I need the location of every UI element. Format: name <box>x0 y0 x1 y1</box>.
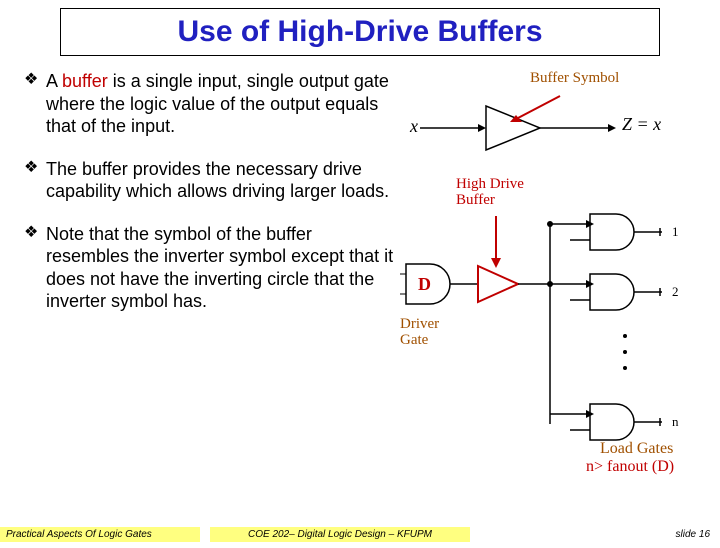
page-title: Use of High-Drive Buffers <box>71 15 649 49</box>
fanout-label: n> fanout (D) <box>586 458 674 476</box>
load-gates-label: Load Gates <box>600 440 673 458</box>
high-drive-label-1: High Drive <box>456 176 524 193</box>
bullet-item: Note that the symbol of the buffer resem… <box>24 223 394 313</box>
title-bar: Use of High-Drive Buffers <box>60 8 660 56</box>
buffer-output-eq: Z = x <box>622 114 661 135</box>
text-column: A buffer is a single input, single outpu… <box>24 70 394 466</box>
content-row: A buffer is a single input, single outpu… <box>0 56 720 466</box>
driver-gate-label-2: Gate <box>400 332 428 349</box>
figure-column: Buffer Symbol x Z = x High Drive Buffer <box>394 70 704 466</box>
bullet-pre: A <box>46 71 62 91</box>
buffer-symbol-label: Buffer Symbol <box>530 70 619 87</box>
driver-network-svg <box>400 204 700 464</box>
bullet-item: A buffer is a single input, single outpu… <box>24 70 394 138</box>
bullet-post: Note that the symbol of the buffer resem… <box>46 224 393 312</box>
driver-gate-label-1: Driver <box>400 316 439 333</box>
driver-letter: D <box>418 274 431 295</box>
bullet-post: The buffer provides the necessary drive … <box>46 159 389 202</box>
bullet-highlight: buffer <box>62 71 108 91</box>
buffer-symbol-block: Buffer Symbol x Z = x <box>400 70 704 170</box>
gate-index-2: 2 <box>672 284 679 300</box>
bullet-item: The buffer provides the necessary drive … <box>24 158 394 203</box>
bullet-list: A buffer is a single input, single outpu… <box>24 70 394 313</box>
buffer-input-var: x <box>410 116 418 137</box>
driver-network-block: High Drive Buffer <box>400 176 704 466</box>
gate-index-1: 1 <box>672 224 679 240</box>
gate-index-n: n <box>672 414 679 430</box>
